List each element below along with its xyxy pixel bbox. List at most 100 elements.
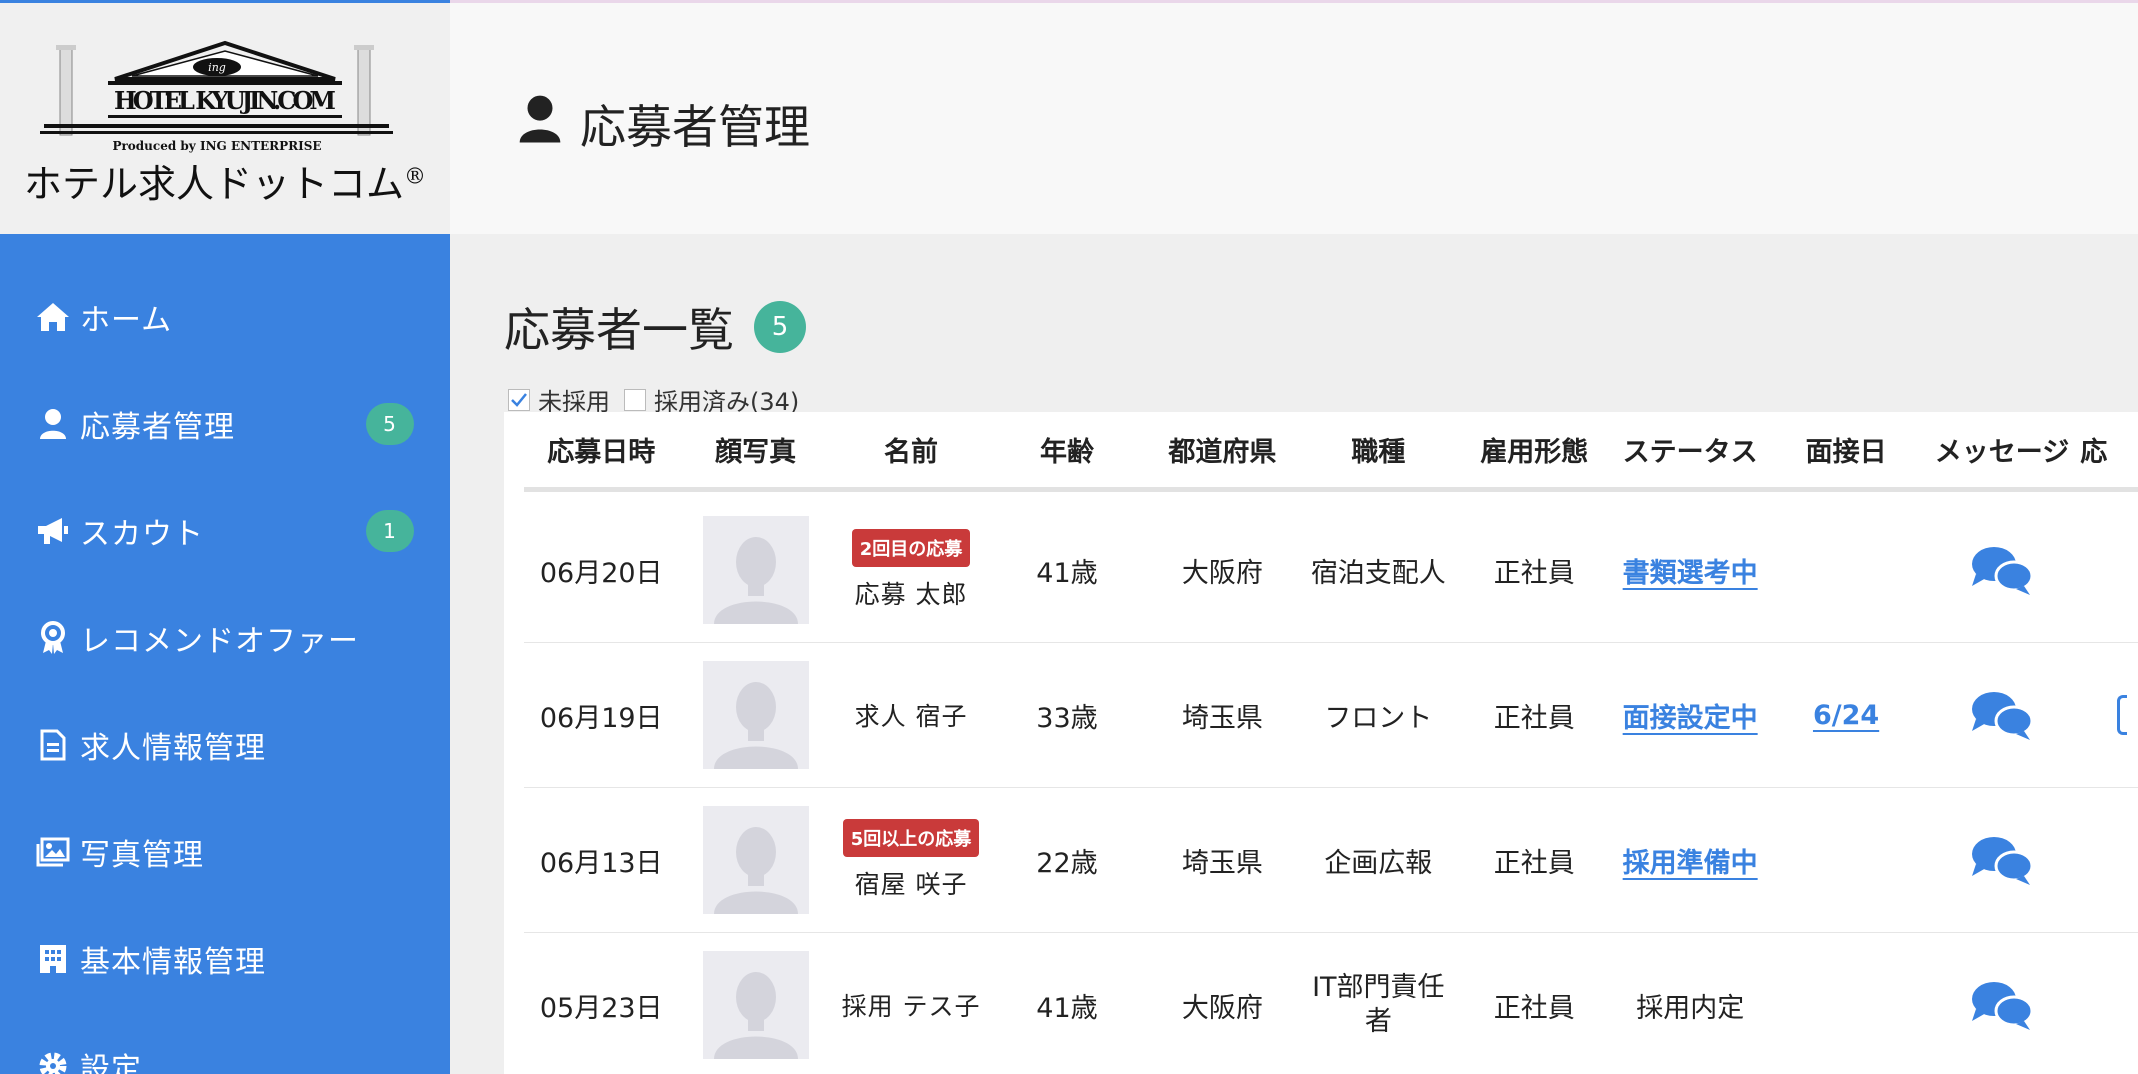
person-placeholder-icon <box>713 827 798 914</box>
section-title-text: 応募者一覧 <box>504 303 734 357</box>
sidebar-item-settings[interactable]: 設定 <box>0 1012 450 1074</box>
column-header-name[interactable]: 名前 <box>833 430 989 469</box>
cell-prefecture: 大阪府 <box>1181 992 1263 1024</box>
cell-name: 採用 テス子 <box>833 987 989 1023</box>
cell-age: 33歳 <box>1036 702 1098 734</box>
cell-employment: 正社員 <box>1493 557 1575 589</box>
table-row[interactable]: 06月19日 求人 宿子 33歳 埼玉県 フロント 正社員 面接設定中 6/24 <box>524 643 2138 788</box>
sidebar-item-applicants[interactable]: 応募者管理 5 <box>0 370 450 477</box>
page-header: 応募者管理 <box>450 3 2138 234</box>
cell-job: フロント <box>1324 702 1433 734</box>
gear-icon <box>34 1047 72 1074</box>
column-header-employment[interactable]: 雇用形態 <box>1457 430 1612 469</box>
filter-unhired-checkbox[interactable] <box>508 388 530 411</box>
check-icon <box>511 392 527 407</box>
sidebar-item-scout[interactable]: スカウト 1 <box>0 477 450 584</box>
person-placeholder-icon <box>713 972 798 1059</box>
applicants-count-badge: 5 <box>366 402 414 445</box>
sidebar-item-photos[interactable]: 写真管理 <box>0 798 450 905</box>
cell-employment: 正社員 <box>1493 702 1575 734</box>
logo-en-text: HOTEL KYUJIN.COM <box>114 86 336 115</box>
applicant-name[interactable]: 応募 太郎 <box>855 575 968 611</box>
person-placeholder-icon <box>713 682 798 769</box>
repeat-applicant-tag: 5回以上の応募 <box>842 819 980 857</box>
sidebar-item-label: 応募者管理 <box>80 409 235 445</box>
sidebar-item-label: 写真管理 <box>80 837 204 873</box>
sidebar-item-job-info[interactable]: 求人情報管理 <box>0 691 450 798</box>
sidebar-item-basic-info[interactable]: 基本情報管理 <box>0 905 450 1012</box>
interview-date-link[interactable]: 6/24 <box>1813 700 1879 731</box>
page-title-text: 応募者管理 <box>580 100 810 154</box>
table-row[interactable]: 06月20日 2回目の応募 応募 太郎 41歳 大阪府 宿泊支配人 正社員 書類… <box>524 498 2138 643</box>
cell-photo <box>678 951 832 1059</box>
cell-interview-date: 6/24 <box>1768 700 1923 731</box>
logo[interactable]: ing HOTEL KYUJIN.COM Produced by ING ENT… <box>0 3 450 234</box>
app-root: ing HOTEL KYUJIN.COM Produced by ING ENT… <box>0 0 2138 1074</box>
applicant-count-badge: 5 <box>754 301 806 353</box>
status-link[interactable]: 面接設定中 <box>1623 696 1758 735</box>
cell-date: 05月23日 <box>539 992 663 1024</box>
cell-photo <box>678 806 832 914</box>
table-header: 応募日時 顔写真 名前 年齢 都道府県 職種 雇用形態 ステータス 面接日 メッ… <box>524 412 2138 492</box>
cell-more <box>2080 695 2138 735</box>
hotel-building-logo: ing HOTEL KYUJIN.COM Produced by ING ENT… <box>40 40 393 153</box>
sidebar-item-home[interactable]: ホーム <box>0 263 450 370</box>
applicant-name[interactable]: 採用 テス子 <box>842 987 981 1023</box>
user-icon <box>34 405 72 443</box>
chat-bubbles-icon[interactable] <box>1970 834 2034 886</box>
megaphone-icon <box>34 512 72 550</box>
sidebar-item-recommend-offer[interactable]: レコメンドオファー <box>0 584 450 691</box>
page-title: 応募者管理 <box>518 91 810 157</box>
cell-name: 求人 宿子 <box>833 697 989 733</box>
cell-job: IT部門責任者 <box>1312 972 1445 1037</box>
logo-jp-text: ホテル求人ドットコム <box>23 162 404 206</box>
chat-bubbles-icon[interactable] <box>1970 689 2034 741</box>
chat-bubbles-icon[interactable] <box>1970 544 2034 596</box>
action-button-edge[interactable] <box>2117 695 2128 735</box>
cell-job: 企画広報 <box>1324 847 1433 879</box>
avatar[interactable] <box>702 516 809 624</box>
applicant-name[interactable]: 求人 宿子 <box>855 697 968 733</box>
applicant-name[interactable]: 宿屋 咲子 <box>855 865 968 901</box>
cell-message <box>1924 979 2080 1031</box>
sidebar: ing HOTEL KYUJIN.COM Produced by ING ENT… <box>0 0 450 1074</box>
sidebar-item-label: ホーム <box>80 302 173 338</box>
chat-bubbles-icon[interactable] <box>1970 979 2034 1031</box>
status-link[interactable]: 書類選考中 <box>1623 551 1758 590</box>
status-link[interactable]: 採用準備中 <box>1623 841 1758 880</box>
table-row[interactable]: 05月23日 採用 テス子 41歳 大阪府 IT部門責任者 正社員 採用内定 <box>524 933 2138 1074</box>
column-header-photo: 顔写真 <box>715 437 797 468</box>
repeat-applicant-tag: 2回目の応募 <box>851 529 971 567</box>
filter-hired-checkbox[interactable] <box>624 388 646 411</box>
sidebar-item-label: 求人情報管理 <box>80 730 266 766</box>
column-header-prefecture[interactable]: 都道府県 <box>1145 430 1300 469</box>
cell-prefecture: 埼玉県 <box>1181 847 1263 879</box>
avatar[interactable] <box>702 951 809 1059</box>
main-content: 応募者一覧 5 未採用 採用済み(34) 応募日時 顔写真 名前 年齢 都道府県… <box>450 234 2138 1074</box>
cell-status: 採用準備中 <box>1612 841 1768 880</box>
cell-status: 採用内定 <box>1612 986 1768 1025</box>
status-text: 採用内定 <box>1636 992 1745 1024</box>
building-icon <box>34 940 72 978</box>
logo-ing-text: ing <box>208 61 226 74</box>
column-header-age[interactable]: 年齢 <box>989 430 1144 469</box>
sidebar-item-label: 基本情報管理 <box>80 944 266 980</box>
column-header-status[interactable]: ステータス <box>1612 430 1768 469</box>
award-icon <box>34 619 72 657</box>
column-header-interview[interactable]: 面接日 <box>1768 430 1923 469</box>
cell-message <box>1924 544 2080 596</box>
avatar[interactable] <box>702 661 809 769</box>
column-header-date[interactable]: 応募日時 <box>524 430 678 469</box>
column-header-job[interactable]: 職種 <box>1300 430 1456 469</box>
cell-message <box>1924 689 2080 741</box>
registered-mark: ® <box>404 164 426 190</box>
cell-message <box>1924 834 2080 886</box>
cell-name: 2回目の応募 応募 太郎 <box>833 529 989 611</box>
avatar[interactable] <box>702 806 809 914</box>
logo-sub-text: Produced by ING ENTERPRISE <box>112 139 321 153</box>
cell-prefecture: 大阪府 <box>1181 557 1263 589</box>
section-title: 応募者一覧 5 <box>504 294 806 360</box>
cell-job: 宿泊支配人 <box>1310 557 1446 589</box>
table-row[interactable]: 06月13日 5回以上の応募 宿屋 咲子 22歳 埼玉県 企画広報 正社員 採用… <box>524 788 2138 933</box>
home-icon <box>34 298 72 336</box>
